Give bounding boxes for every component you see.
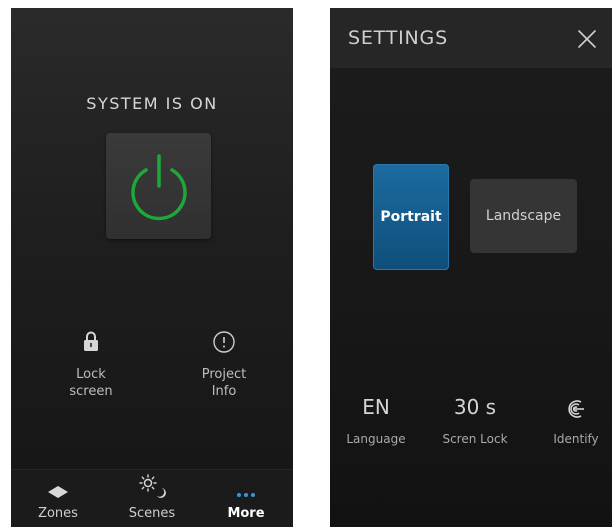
power-icon	[130, 154, 187, 221]
lock-screen-button[interactable]: Lock screen	[46, 330, 136, 400]
tab-more[interactable]: More	[199, 470, 293, 527]
system-panel: SYSTEM IS ON Lock screen Project Info Zo…	[11, 8, 293, 527]
identify-label: Identify	[553, 432, 599, 446]
language-setting[interactable]: EN Language	[336, 393, 416, 446]
power-button[interactable]	[106, 133, 211, 239]
bottom-tab-bar: Zones Scenes More	[11, 469, 293, 527]
scenes-icon	[139, 474, 166, 498]
landscape-orientation-button[interactable]: Landscape	[470, 179, 577, 253]
system-status-title: SYSTEM IS ON	[86, 94, 218, 113]
settings-panel: SETTINGS Portrait Landscape EN Language …	[330, 8, 612, 527]
screen-lock-label: Scren Lock	[442, 432, 508, 446]
tab-zones[interactable]: Zones	[11, 470, 105, 527]
language-value: EN	[362, 395, 390, 419]
tab-zones-label: Zones	[38, 506, 78, 521]
language-label: Language	[346, 432, 406, 446]
tab-more-label: More	[227, 506, 265, 521]
lock-icon	[84, 331, 98, 351]
identify-setting[interactable]: Identify	[536, 393, 612, 446]
portrait-orientation-button[interactable]: Portrait	[373, 164, 449, 270]
project-info-button[interactable]: Project Info	[179, 330, 269, 400]
settings-header: SETTINGS	[330, 8, 612, 68]
zones-icon	[48, 486, 68, 498]
project-info-label: Project Info	[201, 367, 247, 399]
screen-lock-setting[interactable]: 30 s Scren Lock	[433, 393, 517, 446]
screen-lock-value: 30 s	[453, 395, 497, 419]
lock-screen-label: Lock screen	[69, 367, 113, 399]
info-icon	[213, 331, 235, 353]
settings-title: SETTINGS	[348, 27, 448, 49]
tab-scenes-label: Scenes	[128, 506, 176, 521]
more-icon	[237, 493, 255, 497]
identify-icon	[568, 399, 584, 418]
tab-scenes[interactable]: Scenes	[105, 470, 199, 527]
close-icon[interactable]	[576, 28, 598, 50]
